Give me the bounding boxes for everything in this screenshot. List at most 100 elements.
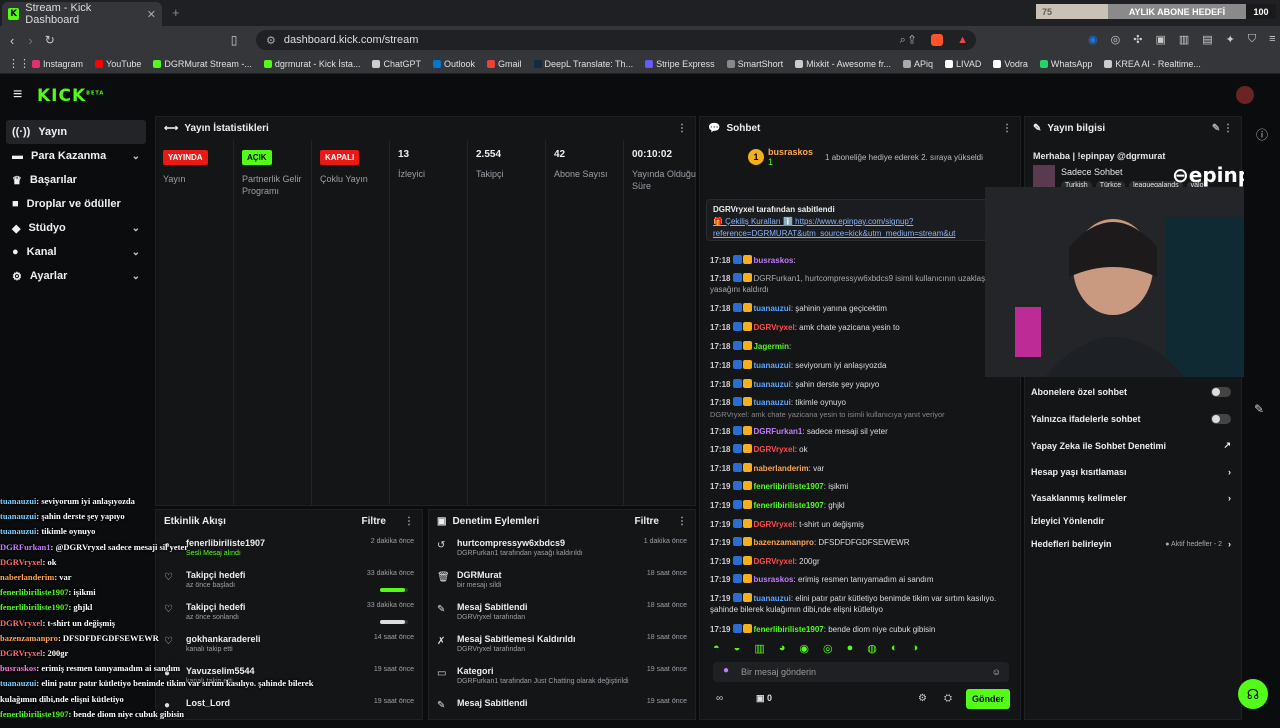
site-settings-icon[interactable]: ⚙: [266, 34, 276, 47]
info-icon[interactable]: ⓘ: [1256, 126, 1268, 143]
sidebar-item-monetization[interactable]: ▬ Para Kazanma ⌄: [6, 144, 146, 168]
sidebar-icon[interactable]: ▣: [1155, 33, 1165, 46]
bookmark-item[interactable]: YouTube: [95, 59, 141, 69]
bookmark-item[interactable]: DeepL Translate: Th...: [533, 59, 633, 69]
moderation-item[interactable]: ✎ Mesaj Sabitlendi DGRVryxel tarafından 18 …: [437, 602, 687, 632]
chat-setting-row[interactable]: Abonelere özel sohbet: [1031, 387, 1231, 397]
moderation-item[interactable]: ↺ hurtcompressyw6xbdcs9 DGRFurkan1 tarafın…: [437, 538, 687, 568]
kick-logo[interactable]: KICKBETA: [37, 86, 104, 106]
zoom-icon[interactable]: ⌕ ⇪: [900, 34, 915, 47]
wallet-icon[interactable]: ▤: [1202, 33, 1212, 46]
bookmark-item[interactable]: SmartShort: [726, 59, 783, 69]
emote-icon[interactable]: ◉: [799, 642, 809, 655]
emote-icon[interactable]: ◓: [713, 642, 720, 655]
bookmark-item[interactable]: ChatGPT: [372, 59, 421, 69]
send-button[interactable]: Gönder: [966, 689, 1010, 709]
chat-username[interactable]: bazenzamanpro: [753, 538, 813, 547]
chat-setting-row[interactable]: Yapay Zeka ile Sohbet Denetimi ↗: [1031, 440, 1231, 451]
split-icon[interactable]: ▥: [1179, 33, 1189, 46]
gift-user[interactable]: busraskos: [768, 147, 813, 157]
chat-username[interactable]: naberlanderim: [753, 464, 808, 473]
bookmark-item[interactable]: KREA AI - Realtime...: [1104, 59, 1201, 69]
back-icon[interactable]: ‹: [10, 33, 14, 48]
brave-shield-icon[interactable]: [931, 34, 944, 46]
filter-button[interactable]: Filtre: [362, 516, 386, 527]
chat-username[interactable]: DGRVryxel: [753, 323, 794, 332]
bookmark-item[interactable]: Gmail: [487, 59, 522, 69]
moderation-item[interactable]: ✗ Mesaj Sabitlemesi Kaldırıldı DGRVryxel t…: [437, 634, 687, 664]
chat-username[interactable]: tuanauzui: [753, 398, 790, 407]
emote-icon[interactable]: ◍: [867, 642, 877, 655]
chat-username[interactable]: tuanauzui: [753, 361, 790, 370]
bookmark-item[interactable]: dgrmurat - Kick İsta...: [263, 59, 360, 69]
emote-icon[interactable]: ◐: [891, 642, 898, 655]
emote-icon[interactable]: ●: [847, 642, 854, 655]
emoji-icon[interactable]: ☺: [992, 667, 1001, 677]
avatar[interactable]: [1236, 86, 1254, 104]
sidebar-item-stream[interactable]: ((·)) Yayın: [6, 120, 146, 144]
sidebar-item-drops[interactable]: ■ Droplar ve ödüller: [6, 192, 146, 216]
emote-icon[interactable]: ◑: [912, 642, 919, 655]
bookmark-item[interactable]: Instagram: [32, 59, 83, 69]
chat-setting-row[interactable]: Yasaklanmış kelimeler ›: [1031, 493, 1231, 503]
chat-setting-row[interactable]: İzleyici Yönlendir: [1031, 516, 1231, 526]
reload-icon[interactable]: ↻: [45, 33, 55, 47]
emote-icon[interactable]: ◎: [823, 642, 833, 655]
chat-username[interactable]: DGRFurkan1: [753, 427, 802, 436]
sidebar-item-achievements[interactable]: ♛ Başarılar: [6, 168, 146, 192]
chat-username[interactable]: DGRVryxel: [753, 445, 794, 454]
rewards-icon[interactable]: ▲: [957, 34, 968, 46]
apps-grid-icon[interactable]: ⋮⋮: [8, 57, 30, 70]
bookmark-item[interactable]: Mixkit - Awesome fr...: [795, 59, 891, 69]
more-icon[interactable]: ⋮: [1002, 123, 1012, 134]
bookmark-icon[interactable]: ▯: [231, 33, 238, 47]
chat-username[interactable]: fenerlibiriliste1907: [753, 482, 823, 491]
vpn-icon[interactable]: ⛉: [1248, 33, 1256, 46]
forward-icon[interactable]: ›: [28, 33, 32, 48]
chat-setting-row[interactable]: Hedefleri belirleyin ● Aktif hedefler - 2…: [1031, 539, 1231, 549]
moderation-item[interactable]: ✎ Mesaj Sabitlendi 19 saat önce: [437, 698, 687, 728]
extension-icon[interactable]: ◎: [1111, 33, 1121, 46]
chat-username[interactable]: fenerlibiriliste1907: [753, 625, 823, 634]
mod-icon[interactable]: ⛭: [944, 693, 952, 704]
new-tab-button[interactable]: +: [172, 5, 180, 20]
help-button[interactable]: ☊: [1238, 679, 1268, 709]
bookmark-item[interactable]: APiq: [902, 59, 933, 69]
url-field[interactable]: ⚙ dashboard.kick.com/stream ⌕ ⇪ ▲: [256, 30, 976, 50]
users-icon[interactable]: ∞: [716, 693, 723, 704]
emote-icon[interactable]: ◒: [734, 642, 741, 655]
settings-icon[interactable]: ⚙: [918, 693, 927, 704]
chat-setting-row[interactable]: Hesap yaşı kısıtlaması ›: [1031, 467, 1231, 477]
chat-username[interactable]: Jagermin: [753, 342, 789, 351]
emote-icon[interactable]: ◕: [779, 642, 786, 655]
more-icon[interactable]: ⋮: [677, 123, 687, 134]
edit-icon[interactable]: ✎ ⋮: [1212, 123, 1233, 134]
browser-tab[interactable]: K Stream - Kick Dashboard ✕: [2, 2, 162, 26]
moderation-item[interactable]: 🗑 DGRMurat bir mesajı sildi 18 saat önce: [437, 570, 687, 600]
emote-icon[interactable]: ▥: [754, 642, 764, 655]
puzzle-icon[interactable]: ✣: [1133, 33, 1142, 46]
chat-setting-row[interactable]: Yalnızca ifadelerle sohbet: [1031, 414, 1231, 424]
moderation-item[interactable]: ▭ Kategori DGRFurkan1 tarafından Just Chat…: [437, 666, 687, 696]
extension-icon[interactable]: ◉: [1088, 33, 1098, 46]
hamburger-icon[interactable]: ≡: [13, 86, 22, 104]
more-icon[interactable]: ⋮: [404, 516, 414, 527]
bookmark-item[interactable]: DGRMurat Stream -...: [153, 59, 252, 69]
sidebar-item-channel[interactable]: ● Kanal ⌄: [6, 240, 146, 264]
chat-username[interactable]: busraskos: [753, 256, 793, 265]
toggle-switch[interactable]: [1211, 387, 1231, 397]
chat-username[interactable]: tuanauzui: [753, 594, 790, 603]
chat-input[interactable]: Bir mesaj gönderin ☺: [713, 662, 1009, 682]
pinned-text[interactable]: 🎁 Çekiliş Kuralları ℹ️ https://www.epinp…: [713, 216, 981, 240]
bookmark-item[interactable]: Outlook: [432, 59, 475, 69]
wrench-icon[interactable]: ✎: [1254, 402, 1264, 416]
filter-button[interactable]: Filtre: [635, 516, 659, 527]
bookmark-item[interactable]: WhatsApp: [1039, 59, 1092, 69]
bookmark-item[interactable]: Stripe Express: [645, 59, 715, 69]
bookmark-item[interactable]: LIVAD: [945, 59, 981, 69]
chat-username[interactable]: tuanauzui: [753, 304, 790, 313]
menu-icon[interactable]: ≡: [1269, 33, 1275, 46]
sidebar-item-studio[interactable]: ◆ Stüdyo ⌄: [6, 216, 146, 240]
chat-username[interactable]: tuanauzui: [753, 380, 790, 389]
leo-icon[interactable]: ✦: [1226, 33, 1235, 46]
